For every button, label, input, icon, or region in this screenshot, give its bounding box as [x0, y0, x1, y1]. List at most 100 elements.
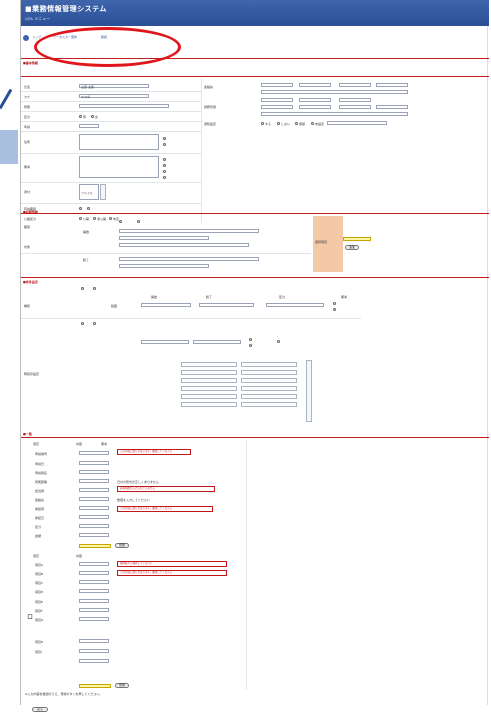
- cond-radio-2[interactable]: [93, 287, 96, 290]
- time-end-input[interactable]: [193, 340, 241, 344]
- contact-input-4[interactable]: [376, 83, 408, 87]
- period-radio-1[interactable]: [79, 207, 82, 210]
- publish-radio-private[interactable]: [93, 217, 96, 220]
- notice-radio-no[interactable]: [277, 122, 280, 125]
- list-select-upper[interactable]: [79, 544, 111, 548]
- time-grid-scrollbar[interactable]: [306, 360, 312, 422]
- note-radio-2[interactable]: [163, 164, 166, 167]
- publish-radio-undecided[interactable]: [109, 217, 112, 220]
- list-row-input[interactable]: [79, 515, 109, 519]
- list-row-input[interactable]: [79, 524, 109, 528]
- list-row-input[interactable]: [79, 451, 109, 455]
- work-input-2[interactable]: [299, 98, 331, 102]
- time-grid-cell[interactable]: [181, 402, 237, 407]
- lower-row-input[interactable]: [79, 649, 109, 653]
- contact-input-3[interactable]: [339, 83, 371, 87]
- notice-input[interactable]: [327, 121, 387, 125]
- time-note-radio[interactable]: [277, 340, 280, 343]
- time-start-input[interactable]: [141, 340, 189, 344]
- time-grid-cell[interactable]: [241, 394, 297, 399]
- detail-select[interactable]: [343, 237, 371, 241]
- cond-class-input[interactable]: [266, 303, 324, 307]
- work-input-4[interactable]: [261, 105, 293, 109]
- time-grid-cell[interactable]: [181, 386, 237, 391]
- lower-row-input[interactable]: [79, 608, 109, 612]
- lower-row-input[interactable]: [79, 589, 109, 593]
- notice-radio-2[interactable]: [163, 143, 166, 146]
- attach-scrollbar[interactable]: [100, 184, 106, 200]
- list-row-input[interactable]: [79, 488, 109, 492]
- lower-row-input[interactable]: [79, 617, 109, 621]
- back-button[interactable]: 戻る: [32, 707, 48, 712]
- cond-end-input[interactable]: [199, 303, 254, 307]
- cond-note-radio-2[interactable]: [333, 308, 336, 311]
- gender-radio-male[interactable]: [79, 115, 82, 118]
- lower-row-input[interactable]: [79, 571, 109, 575]
- age-input[interactable]: [79, 124, 99, 128]
- time-grid-cell[interactable]: [181, 394, 237, 399]
- contact-input-2[interactable]: [299, 83, 331, 87]
- lower-row-input[interactable]: [79, 562, 109, 566]
- detail-start-input-1[interactable]: [119, 229, 259, 233]
- detail-end-input-2[interactable]: [119, 264, 209, 268]
- time-class-radio-1[interactable]: [249, 338, 252, 341]
- time-grid-cell[interactable]: [181, 378, 237, 383]
- contact-input-5[interactable]: [261, 90, 408, 94]
- notice-radio-unset[interactable]: [311, 122, 314, 125]
- detail-add-button[interactable]: 追加: [345, 245, 359, 250]
- time-grid-cell[interactable]: [241, 362, 297, 367]
- work-input-6[interactable]: [339, 105, 371, 109]
- contact-input-1[interactable]: [261, 83, 293, 87]
- time-class-radio-2[interactable]: [249, 344, 252, 347]
- note-radio-4[interactable]: [163, 176, 166, 179]
- list-row-input[interactable]: [79, 497, 109, 501]
- register-button-upper[interactable]: 登録: [115, 543, 129, 548]
- detail-start-input-2[interactable]: [119, 236, 209, 240]
- work-input-8[interactable]: [261, 112, 408, 116]
- work-input-1[interactable]: [261, 98, 293, 102]
- time-radio-1[interactable]: [81, 322, 84, 325]
- detail-start-input-3[interactable]: [119, 243, 249, 247]
- work-input-3[interactable]: [339, 98, 371, 102]
- time-grid-cell[interactable]: [241, 386, 297, 391]
- time-grid-cell[interactable]: [181, 370, 237, 375]
- lower-row-input[interactable]: [79, 580, 109, 584]
- detail-highlight-cell: [313, 216, 343, 272]
- note-radio-3[interactable]: [163, 170, 166, 173]
- time-grid-cell[interactable]: [241, 402, 297, 407]
- notice-radio-1[interactable]: [163, 137, 166, 140]
- work-input-7[interactable]: [376, 105, 408, 109]
- notice-radio-hold[interactable]: [295, 122, 298, 125]
- cond-note-radio-1[interactable]: [333, 302, 336, 305]
- dept-input[interactable]: [79, 104, 169, 108]
- detail-end-input-1[interactable]: [119, 257, 259, 261]
- sidebar-tab[interactable]: [0, 130, 18, 164]
- address-textarea[interactable]: [79, 134, 159, 150]
- work-input-5[interactable]: [299, 105, 331, 109]
- register-button-lower[interactable]: 登録: [115, 683, 129, 688]
- list-row-input[interactable]: [79, 506, 109, 510]
- list-row-input[interactable]: [79, 479, 109, 483]
- period-radio-2[interactable]: [87, 207, 90, 210]
- list-row-input[interactable]: [79, 461, 109, 465]
- list-select-lower[interactable]: [79, 684, 111, 688]
- note-textarea[interactable]: [79, 156, 159, 178]
- time-grid-cell[interactable]: [241, 378, 297, 383]
- list-row-input[interactable]: [79, 533, 109, 537]
- notice-radio-yes[interactable]: [261, 122, 264, 125]
- gender-radio-female[interactable]: [91, 115, 94, 118]
- time-grid-cell[interactable]: [241, 370, 297, 375]
- lower-row-input[interactable]: [79, 599, 109, 603]
- time-radio-2[interactable]: [93, 322, 96, 325]
- publish-radio-public[interactable]: [79, 217, 82, 220]
- list-row-input[interactable]: [79, 470, 109, 474]
- lower-row-input[interactable]: [79, 639, 109, 643]
- cond-radio-1[interactable]: [81, 287, 84, 290]
- detail-radio-2[interactable]: [137, 220, 140, 223]
- cond-start-input[interactable]: [141, 303, 191, 307]
- home-icon[interactable]: [23, 35, 29, 41]
- detail-radio-1[interactable]: [119, 220, 122, 223]
- note-radio-1[interactable]: [163, 158, 166, 161]
- lower-row-input[interactable]: [79, 659, 109, 663]
- time-grid-cell[interactable]: [181, 362, 237, 367]
